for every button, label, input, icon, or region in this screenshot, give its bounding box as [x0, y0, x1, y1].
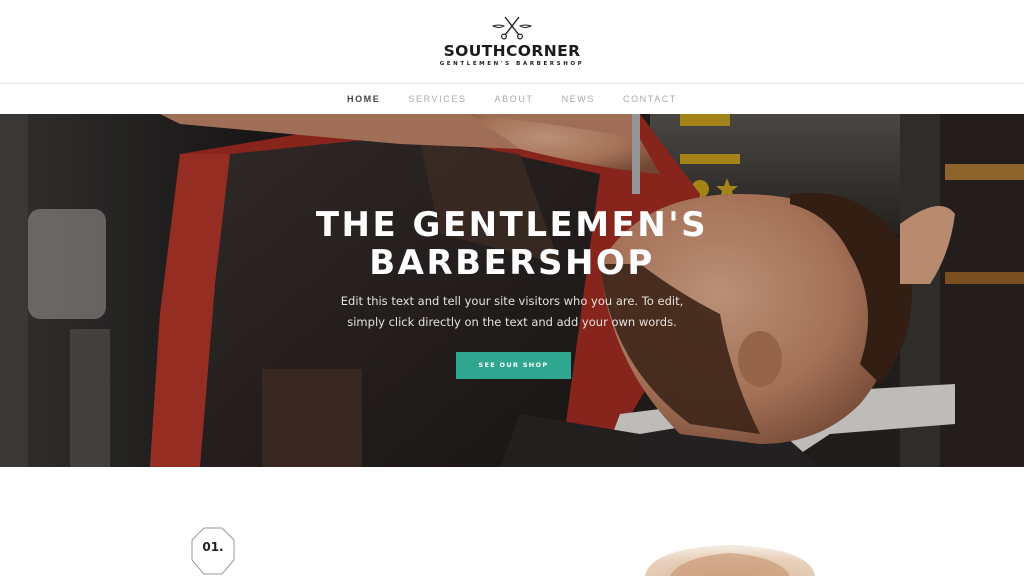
nav-item-news[interactable]: NEWS [548, 85, 609, 114]
hero-description: Edit this text and tell your site visito… [312, 291, 712, 333]
nav-item-about[interactable]: ABOUT [481, 85, 548, 114]
hero-banner: THE GENTLEMEN'S BARBERSHOP Edit this tex… [0, 114, 1024, 467]
step-number: 01. [202, 540, 224, 554]
see-our-shop-button[interactable]: SEE OUR SHOP [456, 352, 571, 379]
hero-title-line-2: BARBERSHOP [369, 243, 655, 283]
main-nav: HOME SERVICES ABOUT NEWS CONTACT [0, 85, 1024, 114]
brand-name: SOUTHCORNER [443, 42, 581, 60]
logo[interactable]: SOUTHCORNER GENTLEMEN'S BARBERSHOP [0, 14, 1024, 74]
hero-text-line-1: Edit this text and tell your site visito… [340, 294, 684, 308]
brand-tagline: GENTLEMEN'S BARBERSHOP [439, 61, 585, 67]
nav-item-contact[interactable]: CONTACT [609, 85, 691, 114]
hero-title: THE GENTLEMEN'S BARBERSHOP [262, 206, 762, 282]
nav-item-home[interactable]: HOME [333, 85, 394, 114]
nav-item-services[interactable]: SERVICES [394, 85, 480, 114]
shaving-brush-image [645, 545, 815, 576]
services-section: 01. [0, 467, 1024, 576]
site-header: SOUTHCORNER GENTLEMEN'S BARBERSHOP [0, 0, 1024, 84]
crossed-scissors-icon [491, 16, 533, 40]
hero-text-line-2: simply click directly on the text and ad… [347, 315, 677, 329]
hero-title-line-1: THE GENTLEMEN'S [315, 205, 709, 245]
